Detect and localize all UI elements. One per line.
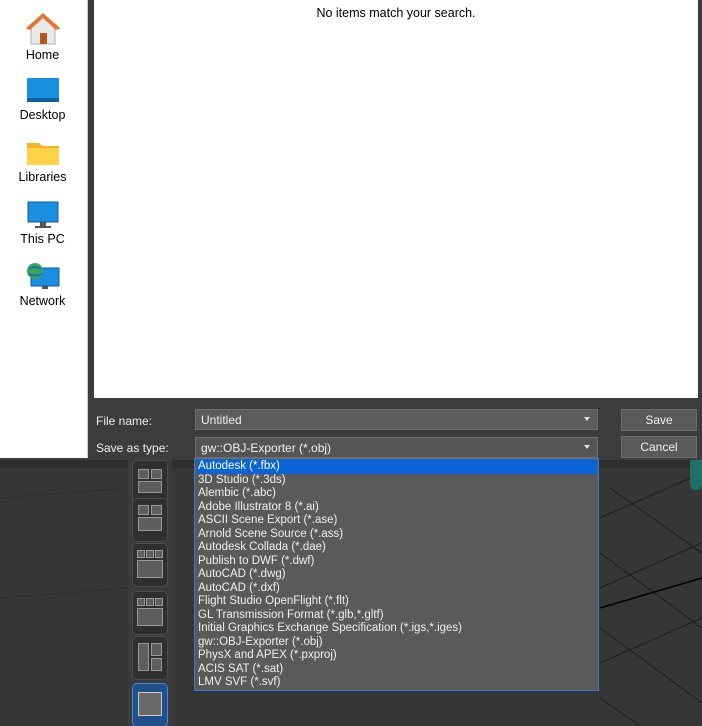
file-type-option[interactable]: Autodesk Collada (*.dae) [197, 541, 597, 555]
viewport-layout-toolbar [128, 458, 172, 726]
network-icon [26, 263, 59, 289]
chevron-down-icon[interactable] [584, 417, 590, 421]
place-this-pc[interactable]: This PC [0, 192, 85, 252]
places-bar: Home Desktop Libraries This PC Network [0, 0, 88, 458]
monitor-icon [27, 201, 58, 228]
folder-icon [26, 143, 59, 165]
scene-object[interactable] [690, 458, 702, 490]
file-type-option[interactable]: 3D Studio (*.3ds) [197, 474, 597, 488]
empty-results-message: No items match your search. [316, 6, 476, 20]
place-label: Home [25, 48, 60, 62]
file-type-option[interactable]: AutoCAD (*.dwg) [197, 568, 597, 582]
layout-option-button-active[interactable] [132, 683, 168, 726]
file-type-option[interactable]: Adobe Illustrator 8 (*.ai) [197, 501, 597, 515]
place-home[interactable]: Home [0, 4, 85, 64]
file-type-option[interactable]: Flight Studio OpenFlight (*.flt) [197, 595, 597, 609]
file-name-label: File name: [96, 414, 153, 428]
cancel-button[interactable]: Cancel [621, 436, 697, 458]
save-file-dialog: Home Desktop Libraries This PC Network N… [0, 0, 702, 460]
place-label: Libraries [18, 170, 67, 184]
file-type-option[interactable]: Autodesk (*.fbx) [197, 460, 597, 474]
save-as-type-combobox[interactable]: gw::OBJ-Exporter (*.obj) [195, 437, 598, 458]
save-button[interactable]: Save [621, 409, 697, 431]
home-icon [25, 13, 60, 45]
file-type-option[interactable]: Arnold Scene Source (*.ass) [197, 528, 597, 542]
file-type-option[interactable]: ACIS SAT (*.sat) [197, 663, 597, 677]
file-type-option[interactable]: Initial Graphics Exchange Specification … [197, 622, 597, 636]
save-as-type-value: gw::OBJ-Exporter (*.obj) [201, 441, 332, 455]
chevron-down-icon[interactable] [584, 445, 590, 449]
file-name-combobox[interactable]: Untitled [195, 409, 598, 430]
file-type-option[interactable]: ASCII Scene Export (*.ase) [197, 514, 597, 528]
layout-option-button[interactable] [132, 636, 168, 680]
place-label: This PC [20, 232, 65, 246]
file-type-dropdown-list[interactable]: Autodesk (*.fbx) 3D Studio (*.3ds) Alembic… [194, 458, 599, 691]
layout-option-button[interactable] [132, 543, 168, 587]
file-list-view[interactable]: No items match your search. [94, 0, 698, 398]
file-type-option[interactable]: PhysX and APEX (*.pxproj) [197, 649, 597, 663]
file-type-option[interactable]: gw::OBJ-Exporter (*.obj) [197, 636, 597, 650]
file-type-option[interactable]: LMV SVF (*.svf) [197, 676, 597, 690]
file-type-option[interactable]: Alembic (*.abc) [197, 487, 597, 501]
place-label: Network [19, 294, 66, 308]
layout-option-button[interactable] [132, 498, 168, 542]
save-as-type-label: Save as type: [96, 441, 169, 455]
file-type-option[interactable]: Publish to DWF (*.dwf) [197, 555, 597, 569]
layout-option-button[interactable] [132, 591, 168, 635]
place-label: Desktop [19, 108, 66, 122]
file-type-option[interactable]: GL Transmission Format (*.glb,*.gltf) [197, 609, 597, 623]
place-desktop[interactable]: Desktop [0, 68, 85, 128]
desktop-icon [26, 78, 59, 102]
file-name-value: Untitled [201, 413, 242, 427]
file-type-option[interactable]: AutoCAD (*.dxf) [197, 582, 597, 596]
place-network[interactable]: Network [0, 254, 85, 314]
place-libraries[interactable]: Libraries [0, 130, 85, 190]
